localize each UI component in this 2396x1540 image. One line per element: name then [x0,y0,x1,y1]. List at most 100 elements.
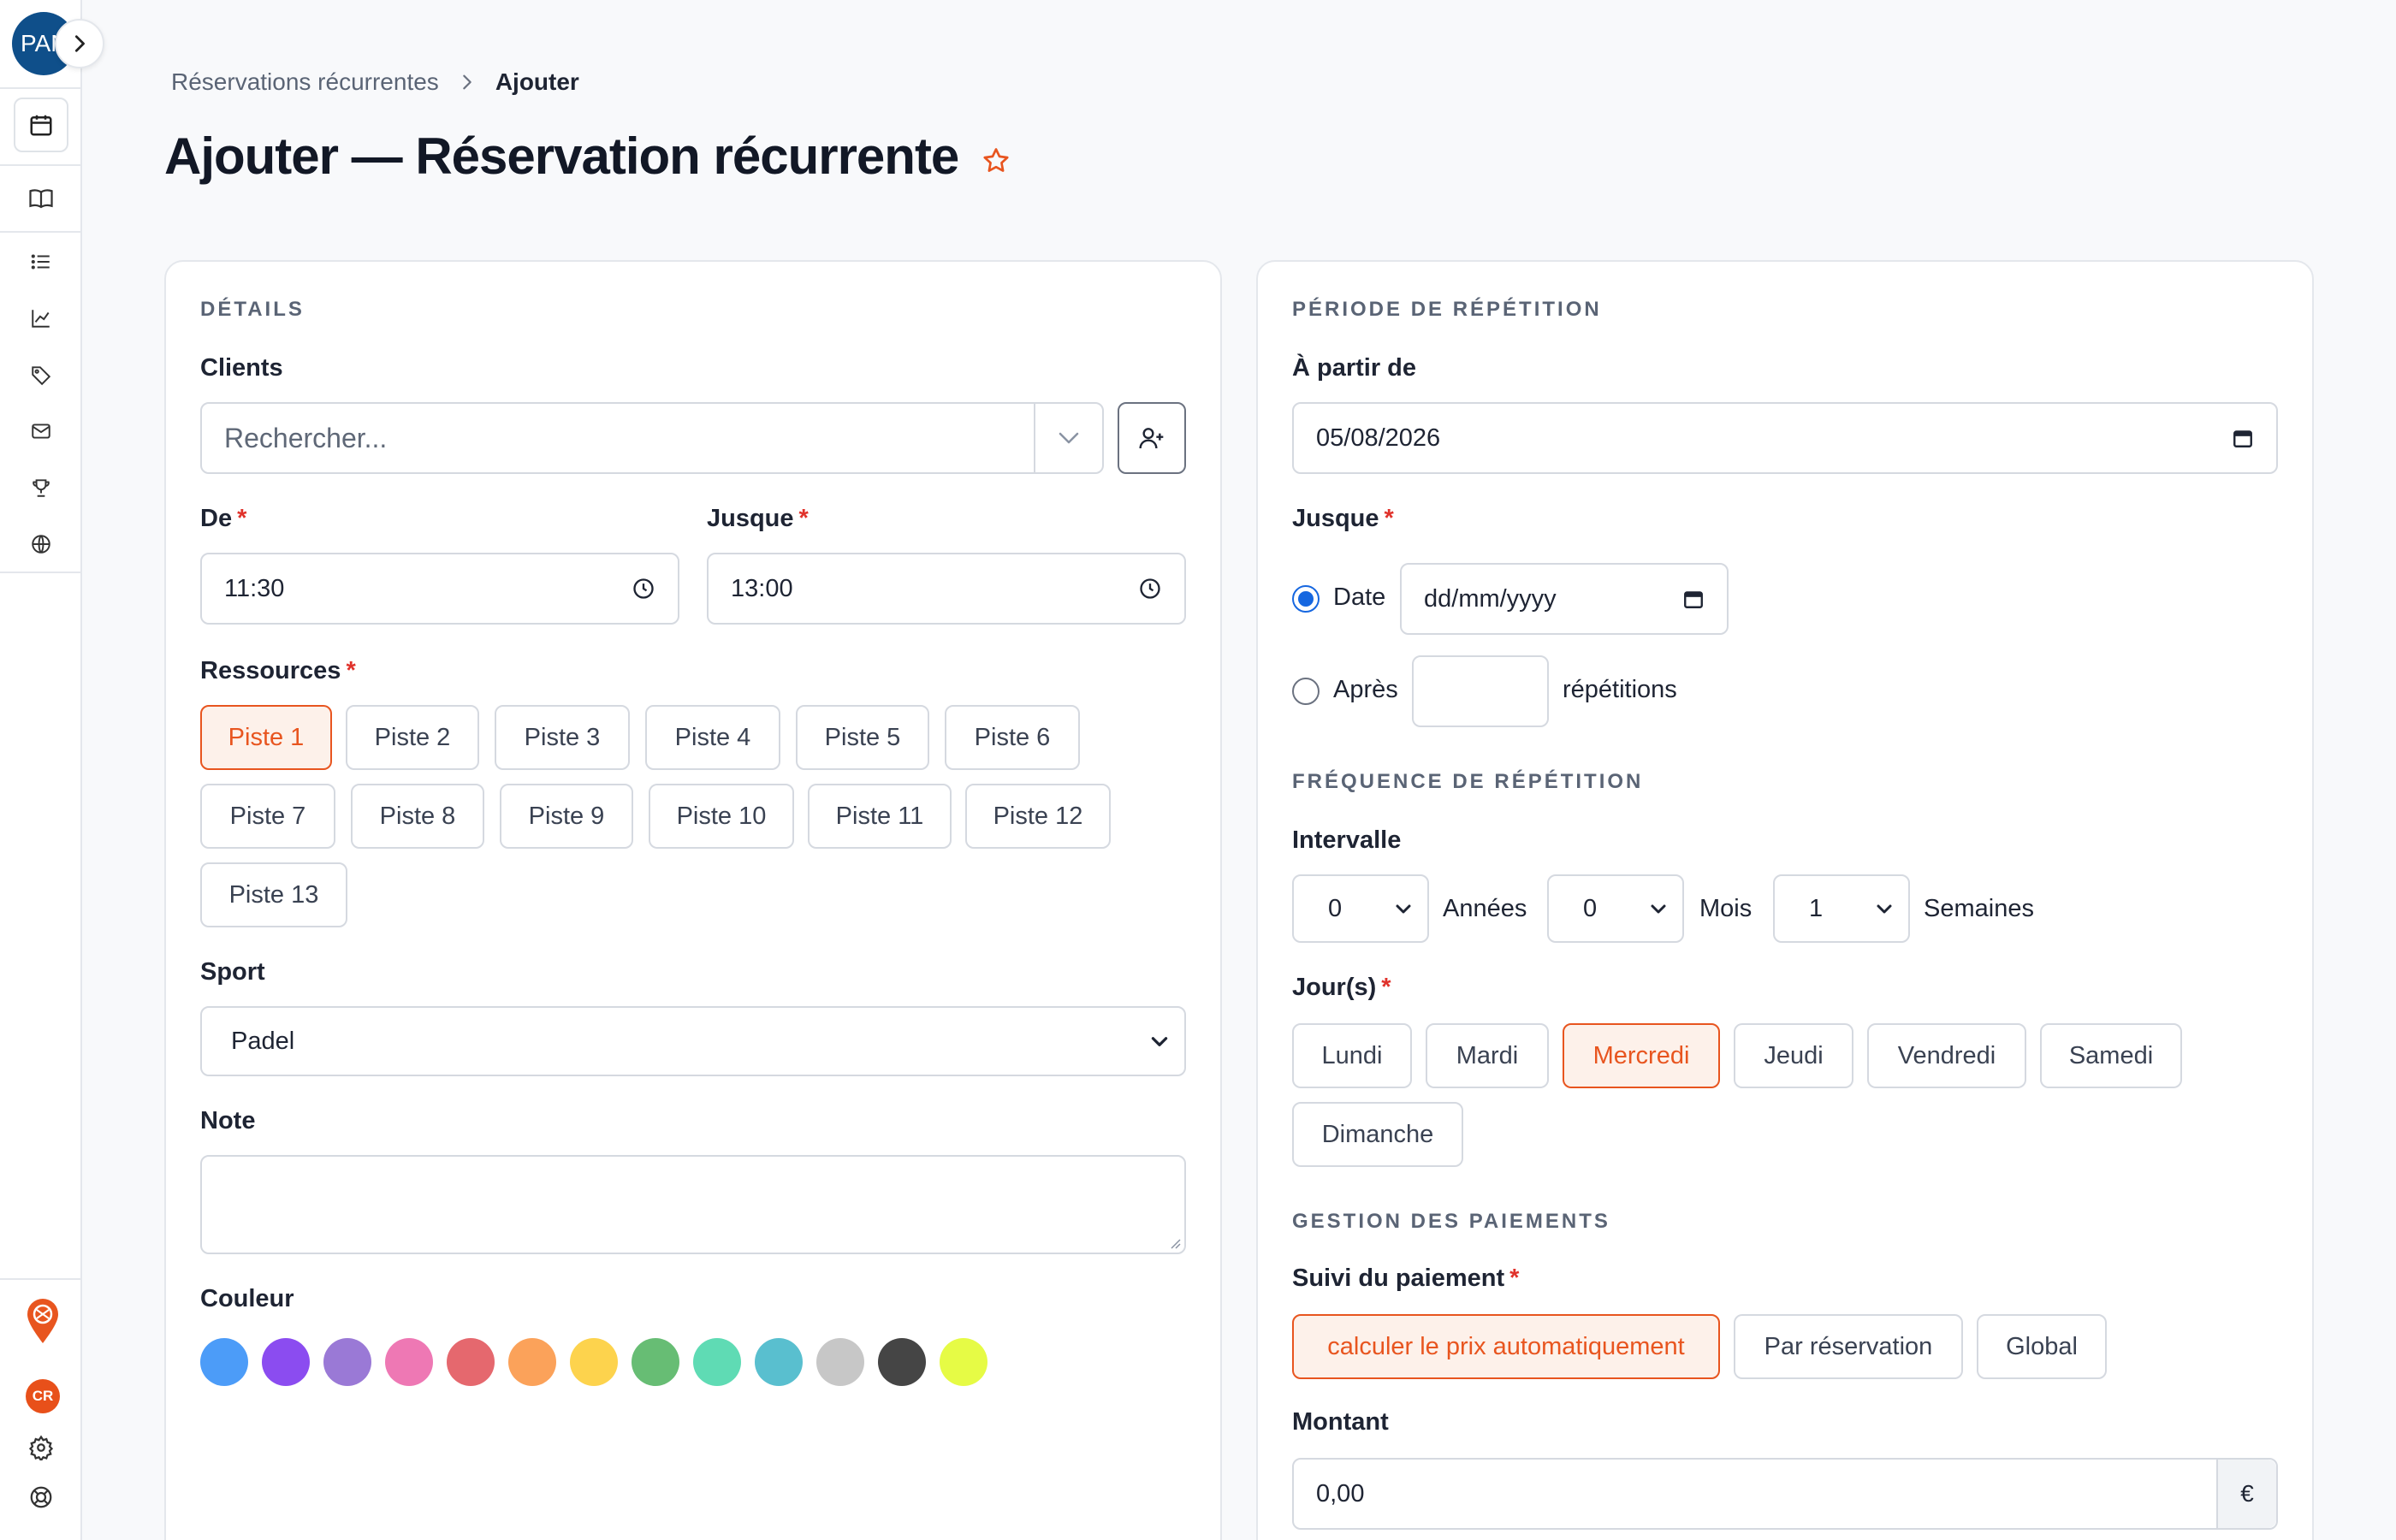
day-chip[interactable]: Lundi [1292,1023,1412,1088]
resource-chip[interactable]: Piste 12 [965,784,1111,849]
clients-search-placeholder: Rechercher... [224,422,388,453]
resource-chip[interactable]: Piste 13 [200,862,347,927]
repetitions-count-input[interactable] [1412,655,1549,727]
globe-icon [32,535,50,554]
until-after-radio[interactable] [1292,678,1320,705]
details-section-title: DÉTAILS [200,298,305,321]
divider [0,231,82,233]
resource-chip[interactable]: Piste 9 [500,784,633,849]
favorite-button[interactable] [981,145,1011,176]
user-plus-icon [1139,428,1164,449]
breadcrumb-parent-link[interactable]: Réservations récurrentes [171,68,439,96]
calendar-icon[interactable] [2232,427,2254,449]
payment-option-auto[interactable]: calculer le prix automatiquement [1292,1314,1720,1379]
resource-chip[interactable]: Piste 1 [200,705,332,770]
sport-selected-value: Padel [231,1027,295,1055]
color-swatch[interactable] [262,1338,310,1386]
until-date-input[interactable]: dd/mm/yyyy [1400,563,1729,635]
resource-chip[interactable]: Piste 5 [796,705,929,770]
nav-competitions[interactable] [14,460,68,515]
nav-mail[interactable] [14,404,68,459]
years-select[interactable]: 0 [1292,874,1429,943]
repeat-period-section-title: PÉRIODE DE RÉPÉTITION [1292,298,1602,321]
color-swatch[interactable] [693,1338,741,1386]
color-swatch[interactable] [200,1338,248,1386]
day-chip[interactable]: Dimanche [1292,1102,1463,1167]
color-swatch[interactable] [940,1338,987,1386]
color-swatch[interactable] [632,1338,679,1386]
color-swatch[interactable] [447,1338,495,1386]
clients-dropdown-toggle[interactable] [1034,404,1102,472]
from-time-value: 11:30 [224,574,285,602]
weeks-select[interactable]: 1 [1773,874,1910,943]
mail-icon [32,424,50,439]
payment-section-title: GESTION DES PAIEMENTS [1292,1210,1610,1233]
sport-select[interactable]: Padel [200,1006,1186,1076]
color-swatch[interactable] [755,1338,803,1386]
resource-chip[interactable]: Piste 4 [645,705,780,770]
add-client-button[interactable] [1118,402,1186,474]
calendar-icon[interactable] [1682,588,1705,610]
until-label: Jusque * [707,505,809,532]
resize-handle-icon[interactable] [1167,1235,1181,1249]
resource-chip[interactable]: Piste 7 [200,784,335,849]
months-select[interactable]: 0 [1547,874,1684,943]
until-time-input[interactable]: 13:00 [707,553,1186,625]
currency-addon: € [2216,1460,2276,1528]
payment-option-per-booking[interactable]: Par réservation [1734,1314,1963,1379]
resource-chip[interactable]: Piste 10 [649,784,794,849]
day-chip[interactable]: Jeudi [1734,1023,1853,1088]
color-swatch[interactable] [570,1338,618,1386]
nav-tags[interactable] [14,347,68,402]
color-swatch[interactable] [878,1338,926,1386]
from-label: De * [200,505,247,532]
years-unit-label: Années [1443,895,1527,922]
clock-icon [1140,578,1160,599]
amount-value: 0,00 [1316,1479,1365,1507]
chevron-down-icon [1151,1037,1168,1046]
lifebuoy-icon [30,1486,52,1508]
start-date-input[interactable]: 05/08/2026 [1292,402,2278,474]
color-swatch[interactable] [323,1338,371,1386]
months-unit-label: Mois [1699,895,1753,922]
until-date-radio[interactable] [1292,585,1320,613]
book-icon [29,189,53,209]
day-chip[interactable]: Mercredi [1563,1023,1720,1088]
trophy-icon [33,479,50,497]
color-swatch[interactable] [816,1338,864,1386]
resource-chip[interactable]: Piste 6 [945,705,1080,770]
resource-chip[interactable]: Piste 11 [808,784,952,849]
nav-list[interactable] [14,234,68,289]
nav-stats[interactable] [14,291,68,346]
start-date-label: À partir de [1292,354,1417,382]
resource-chip[interactable]: Piste 3 [495,705,630,770]
years-value: 0 [1328,894,1343,922]
resource-chip[interactable]: Piste 8 [351,784,484,849]
clients-search-input[interactable]: Rechercher... [200,402,1104,474]
sport-label: Sport [200,958,265,986]
day-chip[interactable]: Mardi [1426,1023,1549,1088]
app-logo[interactable] [24,1297,62,1345]
help-button[interactable] [26,1482,56,1513]
nav-calendar[interactable] [14,98,68,152]
note-textarea[interactable] [200,1155,1186,1254]
expand-sidebar-button[interactable] [55,19,104,68]
calendar-icon [30,115,52,136]
amount-label: Montant [1292,1408,1389,1436]
from-time-input[interactable]: 11:30 [200,553,679,625]
days-label: Jour(s) * [1292,974,1391,1001]
settings-button[interactable] [26,1432,56,1463]
location-pin-icon [27,1299,58,1343]
resources-label: Ressources * [200,657,356,684]
color-swatch[interactable] [508,1338,556,1386]
nav-book[interactable] [14,171,68,226]
until-after-option-label: Après [1333,676,1398,703]
day-chip[interactable]: Vendredi [1867,1023,2026,1088]
resource-chip[interactable]: Piste 2 [346,705,479,770]
day-chip[interactable]: Samedi [2040,1023,2182,1088]
payment-option-global[interactable]: Global [1977,1314,2107,1379]
user-avatar[interactable]: CR [26,1379,60,1413]
nav-website[interactable] [14,517,68,572]
amount-input[interactable]: 0,00 € [1292,1458,2278,1530]
color-swatch[interactable] [385,1338,433,1386]
